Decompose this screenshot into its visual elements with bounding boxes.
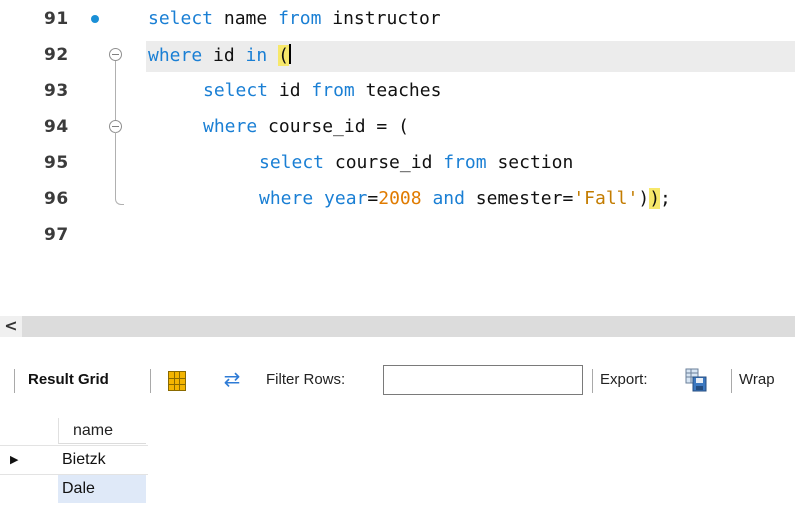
code-text: select id from teaches (203, 80, 441, 101)
statement-marker-icon[interactable] (91, 15, 99, 23)
sql-token: section (486, 152, 574, 173)
sql-token: course_id = ( (257, 116, 409, 137)
code-line-95[interactable]: 95 select course_id from section (0, 146, 795, 182)
sql-number: 2008 (378, 188, 422, 209)
code-line-92[interactable]: 92 where id in ( (0, 38, 795, 74)
sql-token: course_id (324, 152, 444, 173)
code-line-94[interactable]: 94 where course_id = ( (0, 110, 795, 146)
sql-keyword: in (245, 45, 268, 66)
sql-keyword: where (259, 188, 314, 209)
code-line-97[interactable]: 97 (0, 218, 795, 254)
line-number: 91 (44, 9, 69, 29)
code-text: where year=2008 and semester='Fall')); (259, 188, 671, 209)
sql-keyword: where (203, 116, 258, 137)
sql-token: teaches (354, 80, 442, 101)
sql-keyword: from (278, 8, 322, 29)
matched-bracket: ( (278, 45, 289, 66)
result-grid[interactable]: name ▶ Bietzk Dale (0, 410, 795, 510)
line-number: 93 (44, 81, 69, 101)
code-text: where id in ( (148, 44, 291, 66)
result-toolbar: Result Grid ⇄ Filter Rows: Export: Wrap (0, 360, 795, 400)
sql-keyword: select (148, 8, 214, 29)
line-number: 95 (44, 153, 69, 173)
sql-token: ; (660, 188, 671, 209)
grid-layout-icon[interactable] (168, 371, 186, 391)
toolbar-separator (731, 369, 732, 393)
line-number: 94 (44, 117, 69, 137)
code-line-93[interactable]: 93 select id from teaches (0, 74, 795, 110)
sql-token: id (268, 80, 312, 101)
result-grid-tab[interactable]: Result Grid (28, 371, 109, 388)
table-cell[interactable]: Dale (58, 475, 146, 503)
sql-keyword: from (311, 80, 355, 101)
sql-keyword: and (432, 188, 465, 209)
export-icon[interactable] (685, 368, 707, 392)
code-line-91[interactable]: 91 select name from instructor (0, 2, 795, 38)
scroll-left-arrow-icon[interactable]: < (0, 316, 22, 337)
sql-token: ) (638, 188, 650, 209)
code-line-96[interactable]: 96 where year=2008 and semester='Fall'))… (0, 182, 795, 218)
code-text: where course_id = ( (203, 116, 409, 137)
table-row[interactable]: Dale (0, 475, 148, 503)
code-text: select name from instructor (148, 8, 441, 29)
sql-token: instructor (321, 8, 441, 29)
line-number: 97 (44, 225, 69, 245)
refresh-icon[interactable]: ⇄ (220, 369, 244, 391)
sql-token: id (202, 45, 246, 66)
wrap-cell-label[interactable]: Wrap (739, 371, 775, 388)
sql-token: = (367, 188, 379, 209)
sql-token: semester= (464, 188, 574, 209)
sql-keyword: from (443, 152, 487, 173)
column-header-name[interactable]: name (58, 418, 146, 444)
sql-editor[interactable]: 91 select name from instructor 92 where … (0, 0, 795, 300)
sql-string: 'Fall' (573, 188, 639, 209)
toolbar-separator (14, 369, 15, 393)
filter-rows-input[interactable] (383, 365, 583, 395)
code-text: select course_id from section (259, 152, 573, 173)
matched-bracket: ) (649, 188, 661, 209)
table-row[interactable]: ▶ Bietzk (0, 446, 148, 474)
text-caret (288, 44, 291, 64)
horizontal-scrollbar[interactable]: < (0, 316, 795, 337)
table-cell[interactable]: Bietzk (58, 446, 146, 474)
current-row-marker-icon: ▶ (10, 454, 19, 466)
fold-end-icon (115, 192, 124, 205)
toolbar-separator (150, 369, 151, 393)
toolbar-separator (592, 369, 593, 393)
sql-keyword: where (148, 45, 203, 66)
sql-keyword: year (324, 188, 368, 209)
line-number: 96 (44, 189, 69, 209)
line-number: 92 (44, 45, 69, 65)
sql-token: name (213, 8, 279, 29)
sql-keyword: select (203, 80, 269, 101)
filter-rows-label: Filter Rows: (266, 371, 346, 388)
fold-collapse-icon[interactable] (109, 48, 122, 61)
sql-keyword: select (259, 152, 325, 173)
export-label: Export: (600, 371, 648, 388)
